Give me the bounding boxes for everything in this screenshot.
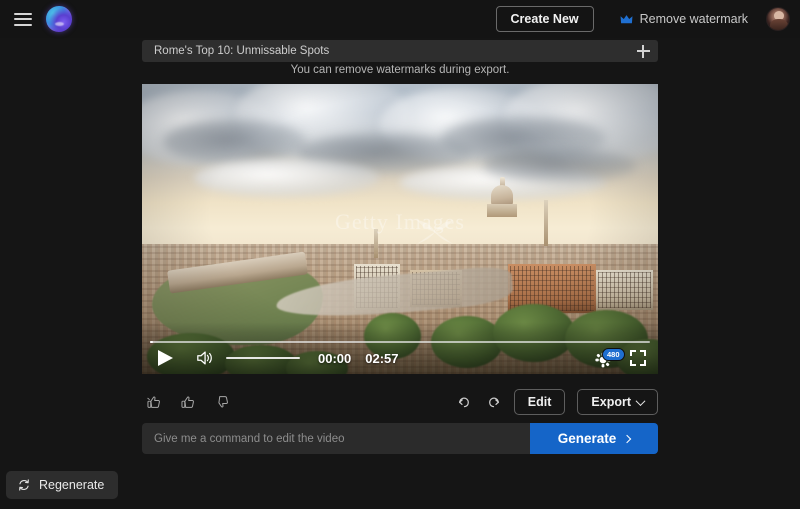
top-bar: Create New Remove watermark [0,0,800,38]
add-tab-button[interactable] [628,40,658,62]
plus-icon [636,44,650,58]
command-bar: Generate [142,423,658,454]
volume-button[interactable] [196,349,216,367]
quality-settings-button[interactable]: 480 [594,348,625,368]
action-right-group: Edit Export [456,389,658,415]
fullscreen-icon [640,350,646,356]
video-player[interactable]: Getty Images [142,84,658,374]
video-progress-fill [150,340,153,343]
edit-button[interactable]: Edit [513,389,566,415]
thumbs-up-icon[interactable] [180,393,198,411]
volume-icon [197,351,212,365]
regenerate-label: Regenerate [39,478,105,492]
feedback-group [146,393,232,411]
action-row: Edit Export [142,388,658,416]
crown-icon [620,14,633,23]
video-progress-bar[interactable] [150,340,650,343]
duration-time: 02:57 [365,350,399,366]
app-logo-icon[interactable] [46,6,72,32]
app-root: Create New Remove watermark Rome's Top 1… [0,0,800,509]
thumbs-down-icon[interactable] [214,393,232,411]
thumbs-up-outline-icon[interactable] [146,393,164,411]
project-tab-title[interactable]: Rome's Top 10: Unmissable Spots [154,45,628,57]
hamburger-line [14,18,32,20]
time-display: 00:00 02:57 [318,351,399,366]
fullscreen-icon [630,350,636,356]
chevron-down-icon [635,395,646,406]
command-input[interactable] [142,423,530,454]
hamburger-line [14,23,32,26]
redo-icon[interactable] [485,394,502,411]
play-icon [158,350,173,366]
user-avatar[interactable] [766,7,790,31]
regenerate-button[interactable]: Regenerate [6,471,119,499]
top-bar-right-group: Create New Remove watermark [495,6,800,32]
edit-button-label: Edit [527,395,552,409]
undo-icon[interactable] [456,394,473,411]
fullscreen-button[interactable] [630,350,646,366]
project-tab-bar: Rome's Top 10: Unmissable Spots [142,40,658,62]
chevron-right-icon [623,434,632,443]
generate-button-label: Generate [557,431,617,446]
remove-watermark-button[interactable]: Remove watermark [620,12,748,26]
generate-button[interactable]: Generate [530,423,658,454]
current-time: 00:00 [318,350,352,366]
export-button[interactable]: Export [577,389,658,415]
play-button[interactable] [154,348,176,368]
volume-slider[interactable] [226,356,300,360]
remove-watermark-label: Remove watermark [639,12,748,26]
export-button-label: Export [591,395,631,409]
create-new-button[interactable]: Create New [495,6,594,32]
video-controls-right: 480 [594,348,650,368]
hamburger-menu-icon[interactable] [14,12,32,26]
watermark-notice: You can remove watermarks during export. [290,64,510,76]
refresh-icon [19,479,29,491]
hamburger-line [14,12,32,15]
quality-badge: 480 [602,348,625,361]
video-controls-row: 00:00 02:57 480 [142,344,658,372]
fullscreen-icon [640,360,646,366]
fullscreen-icon [630,360,636,366]
